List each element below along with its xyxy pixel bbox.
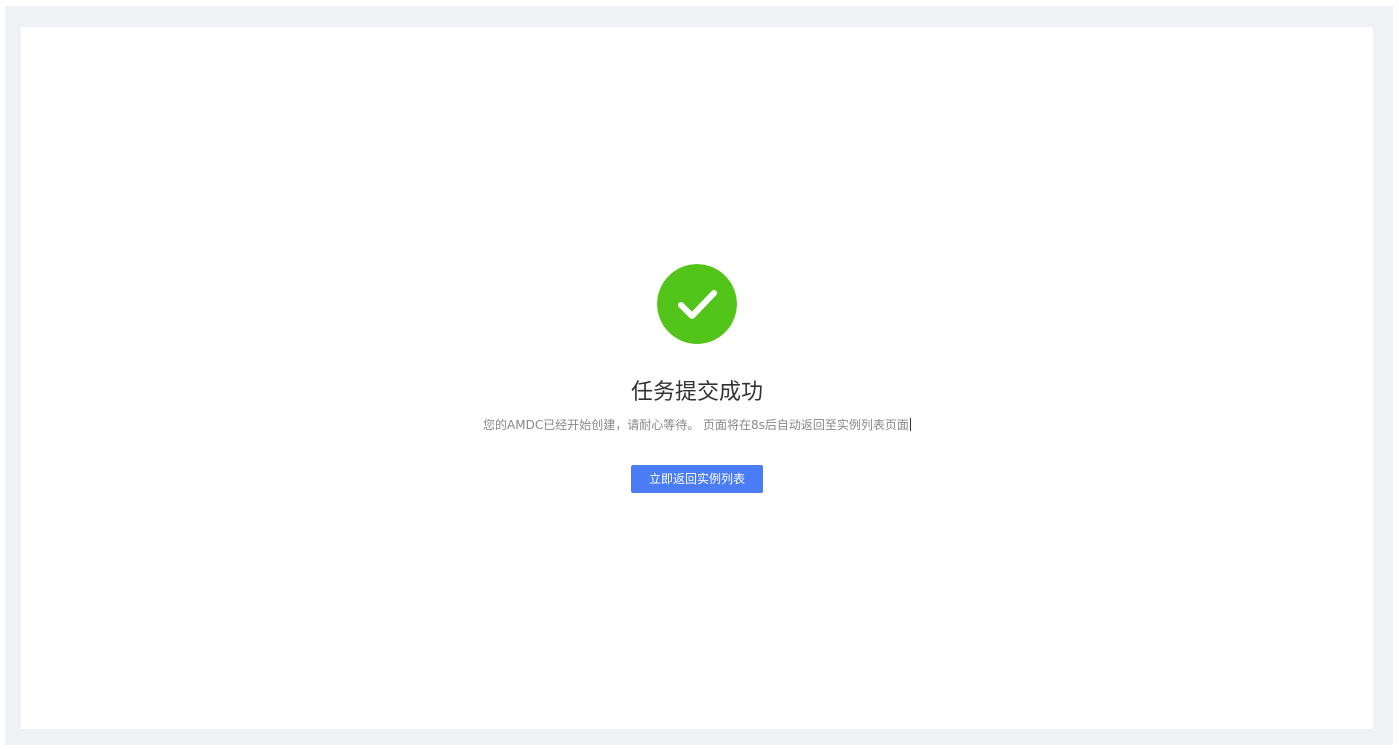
result-description-text: 您的AMDC已经开始创建，请耐心等待。 页面将在8s后自动返回至实例列表页面: [483, 418, 909, 432]
result-description: 您的AMDC已经开始创建，请耐心等待。 页面将在8s后自动返回至实例列表页面: [21, 416, 1373, 434]
result-title: 任务提交成功: [21, 376, 1373, 410]
result-panel: 任务提交成功 您的AMDC已经开始创建，请耐心等待。 页面将在8s后自动返回至实…: [21, 27, 1373, 729]
content-card: 任务提交成功 您的AMDC已经开始创建，请耐心等待。 页面将在8s后自动返回至实…: [21, 27, 1373, 729]
back-to-instance-list-button[interactable]: 立即返回实例列表: [631, 465, 763, 493]
page-background: 任务提交成功 您的AMDC已经开始创建，请耐心等待。 页面将在8s后自动返回至实…: [5, 6, 1393, 745]
check-circle-icon: [657, 264, 737, 344]
result-title-text: 任务提交成功: [630, 380, 763, 405]
text-cursor: [909, 418, 911, 431]
